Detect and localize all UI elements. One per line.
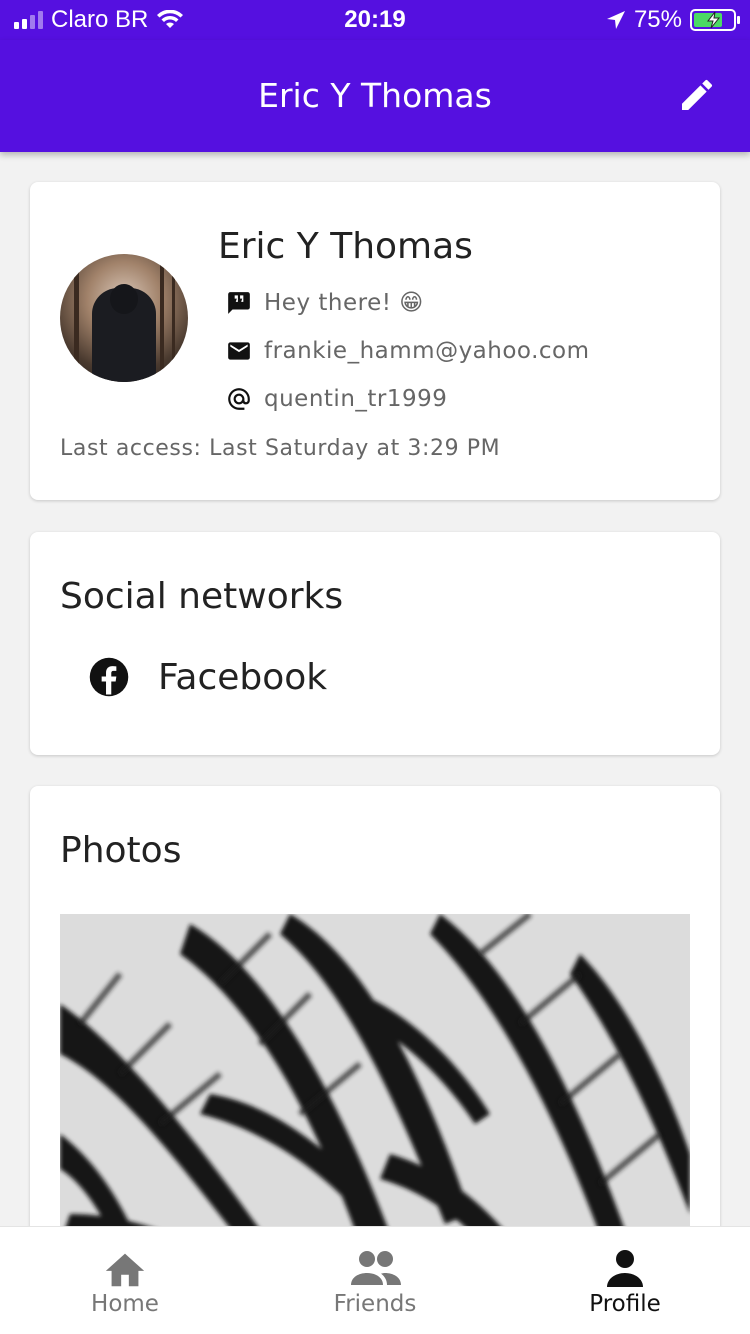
nav-item-profile[interactable]: Profile bbox=[500, 1227, 750, 1334]
profile-card: Eric Y Thomas Hey there! 😁 frankie_hamm@… bbox=[30, 182, 720, 500]
battery-percent: 75% bbox=[633, 6, 682, 33]
status-text: Hey there! 😁 bbox=[264, 290, 424, 316]
bottom-navigation: Home Friends Profile bbox=[0, 1226, 750, 1334]
people-icon bbox=[351, 1251, 401, 1285]
app-bar: Eric Y Thomas bbox=[0, 40, 750, 152]
status-row: Hey there! 😁 bbox=[226, 290, 424, 316]
edit-profile-button[interactable] bbox=[674, 72, 720, 118]
location-arrow-icon bbox=[606, 11, 625, 29]
person-icon bbox=[607, 1250, 643, 1287]
nav-item-home[interactable]: Home bbox=[0, 1227, 250, 1334]
mail-icon bbox=[226, 338, 252, 364]
nav-label-friends: Friends bbox=[333, 1291, 417, 1317]
profile-name: Eric Y Thomas bbox=[218, 226, 473, 267]
email-text: frankie_hamm@yahoo.com bbox=[264, 338, 590, 364]
username-row: quentin_tr1999 bbox=[226, 386, 447, 412]
battery-icon bbox=[690, 9, 740, 31]
social-networks-title: Social networks bbox=[60, 576, 344, 617]
social-item-label: Facebook bbox=[158, 656, 328, 698]
social-item-facebook[interactable]: Facebook bbox=[88, 656, 327, 698]
social-networks-card: Social networks Facebook bbox=[30, 532, 720, 755]
status-bar: Claro BR 20:19 75% bbox=[0, 0, 750, 40]
at-sign-icon bbox=[226, 386, 252, 412]
username-text: quentin_tr1999 bbox=[264, 386, 448, 412]
nav-label-profile: Profile bbox=[589, 1291, 661, 1317]
page-title: Eric Y Thomas bbox=[258, 76, 492, 115]
avatar[interactable] bbox=[60, 254, 188, 382]
pencil-icon bbox=[682, 79, 713, 110]
nav-item-friends[interactable]: Friends bbox=[250, 1227, 500, 1334]
last-access-text: Last access: Last Saturday at 3:29 PM bbox=[60, 436, 501, 461]
photos-title: Photos bbox=[60, 830, 182, 871]
home-icon bbox=[105, 1253, 145, 1287]
quote-bubble-icon bbox=[226, 290, 252, 316]
facebook-icon bbox=[89, 657, 129, 697]
email-row: frankie_hamm@yahoo.com bbox=[226, 338, 590, 364]
nav-label-home: Home bbox=[91, 1291, 159, 1317]
